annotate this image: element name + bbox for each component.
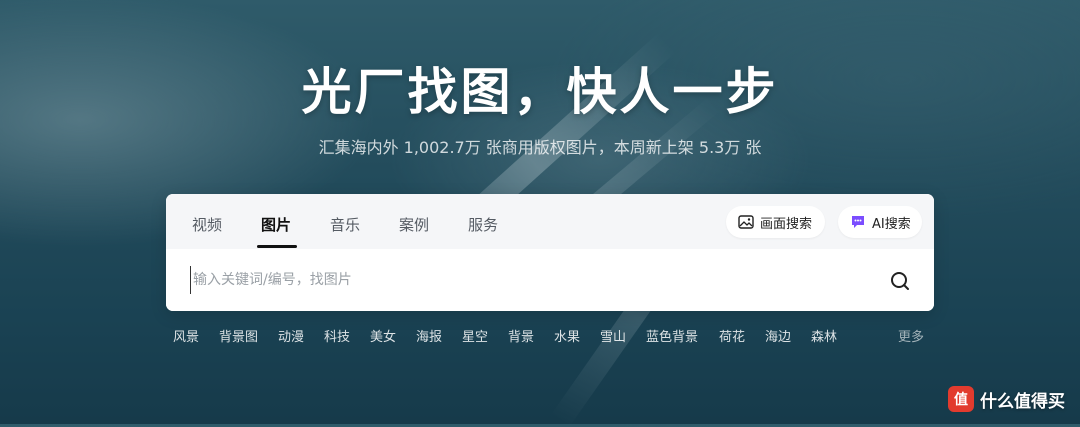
watermark-logo-char: 值 xyxy=(954,391,968,408)
image-search-button[interactable]: 画面搜索 xyxy=(726,206,825,238)
tag-link[interactable]: 森林 xyxy=(811,326,837,345)
ai-chat-icon xyxy=(850,214,866,230)
watermark-logo: 值 xyxy=(948,386,974,412)
tag-link[interactable]: 星空 xyxy=(462,326,488,345)
tag-link[interactable]: 蓝色背景 xyxy=(646,326,698,345)
page-title: 光厂找图，快人一步 xyxy=(301,63,779,121)
search-icon xyxy=(888,272,912,297)
watermark-text: 什么值得买 xyxy=(980,391,1065,412)
tab-cases[interactable]: 案例 xyxy=(399,214,429,235)
tag-link[interactable]: 背景图 xyxy=(219,326,258,345)
tag-link[interactable]: 海边 xyxy=(765,326,791,345)
tab-video[interactable]: 视频 xyxy=(192,214,222,235)
tag-link[interactable]: 美女 xyxy=(370,326,396,345)
tag-link[interactable]: 背景 xyxy=(508,326,534,345)
category-tabs: 视频 图片 音乐 案例 服务 画面搜索 AI搜索 xyxy=(166,194,934,249)
tag-link[interactable]: 动漫 xyxy=(278,326,304,345)
tag-link[interactable]: 海报 xyxy=(416,326,442,345)
search-panel: 视频 图片 音乐 案例 服务 画面搜索 AI搜索 输入关键词/编号，找图片 xyxy=(166,194,934,311)
search-bar xyxy=(166,249,934,311)
tab-music[interactable]: 音乐 xyxy=(330,214,360,235)
tag-link[interactable]: 科技 xyxy=(324,326,350,345)
image-search-label: 画面搜索 xyxy=(760,216,813,232)
image-icon xyxy=(738,215,754,229)
tag-link[interactable]: 荷花 xyxy=(719,326,745,345)
more-tags-link[interactable]: 更多 xyxy=(898,326,924,345)
search-button[interactable] xyxy=(888,269,912,293)
tag-link[interactable]: 风景 xyxy=(173,326,199,345)
hot-tags: 风景 背景图 动漫 科技 美女 海报 星空 背景 水果 雪山 蓝色背景 荷花 海… xyxy=(166,326,934,346)
ai-search-button[interactable]: AI搜索 xyxy=(838,206,922,238)
search-input[interactable] xyxy=(190,266,875,294)
active-tab-indicator xyxy=(257,245,297,248)
watermark: 值 什么值得买 xyxy=(948,386,1065,412)
tag-link[interactable]: 水果 xyxy=(554,326,580,345)
page-subtitle: 汇集海内外 1,002.7万 张商用版权图片，本周新上架 5.3万 张 xyxy=(318,138,762,157)
tag-link[interactable]: 雪山 xyxy=(600,326,626,345)
tab-images[interactable]: 图片 xyxy=(261,214,291,235)
ai-search-label: AI搜索 xyxy=(872,216,911,232)
tab-services[interactable]: 服务 xyxy=(468,214,498,235)
